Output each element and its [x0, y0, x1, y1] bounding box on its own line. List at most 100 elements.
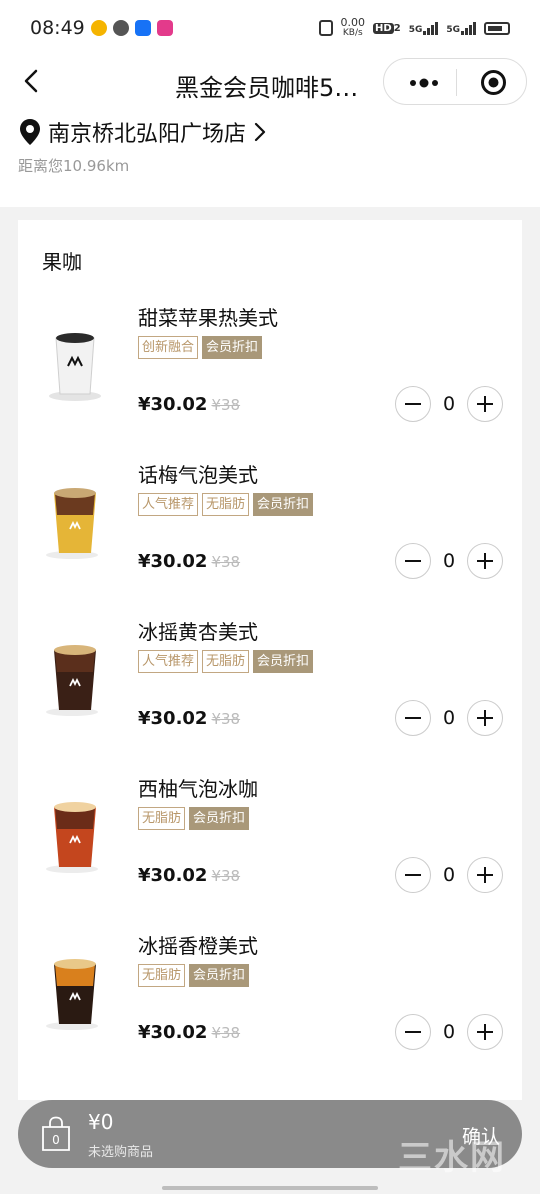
product-name: 冰摇香橙美式: [138, 934, 258, 958]
status-bar: 08:49 0.00 KB/s HD 2 5G 5G: [0, 0, 540, 58]
product-original-price: ¥38: [211, 1024, 241, 1042]
product-tag: 无脂肪: [202, 493, 250, 516]
product-image[interactable]: [42, 795, 108, 875]
product-item: 西柚气泡冰咖 无脂肪 会员折扣 ¥30.02 ¥38 0: [18, 773, 522, 930]
quantity-value: 0: [442, 707, 456, 729]
signal-5g-2: 5G: [446, 21, 476, 35]
quantity-value: 0: [442, 550, 456, 572]
product-image[interactable]: [42, 952, 108, 1032]
back-arrow-icon[interactable]: [18, 67, 46, 95]
product-price: ¥30.02: [138, 1022, 208, 1043]
product-price: ¥30.02: [138, 394, 208, 415]
product-item: 冰摇香橙美式 无脂肪 会员折扣 ¥30.02 ¥38 0: [18, 930, 522, 1087]
product-price: ¥30.02: [138, 708, 208, 729]
increase-quantity-button[interactable]: [467, 386, 503, 422]
product-image[interactable]: [42, 481, 108, 561]
product-name: 话梅气泡美式: [138, 463, 258, 487]
increase-quantity-button[interactable]: [467, 543, 503, 579]
product-tags: 无脂肪 会员折扣: [138, 807, 250, 830]
increase-quantity-button[interactable]: [467, 1014, 503, 1050]
product-original-price: ¥38: [211, 553, 241, 571]
network-speed: 0.00: [340, 16, 366, 29]
decrease-quantity-button[interactable]: [395, 1014, 431, 1050]
mini-program-capsule: [383, 58, 527, 105]
quantity-stepper: 0: [395, 386, 503, 422]
product-item: 冰摇黄杏美式 人气推荐 无脂肪 会员折扣 ¥30.02 ¥38 0: [18, 616, 522, 773]
product-tag: 会员折扣: [253, 650, 314, 673]
page-title: 黑金会员咖啡5…: [175, 74, 359, 102]
home-indicator: [162, 1186, 378, 1190]
cart-amount: ¥0: [88, 1110, 114, 1134]
product-original-price: ¥38: [211, 396, 241, 414]
store-name: 南京桥北弘阳广场店: [48, 122, 247, 147]
product-tag: 会员折扣: [189, 964, 250, 987]
product-original-price: ¥38: [211, 710, 241, 728]
product-tag: 创新融合: [138, 336, 199, 359]
status-time: 08:49: [30, 17, 85, 39]
product-tag: 会员折扣: [253, 493, 314, 516]
product-tag: 无脂肪: [138, 807, 186, 830]
shopping-bag-icon[interactable]: 0: [40, 1116, 72, 1152]
vibrate-icon: [318, 20, 333, 36]
product-tags: 无脂肪 会员折扣: [138, 964, 250, 987]
product-tag: 会员折扣: [202, 336, 263, 359]
product-price: ¥30.02: [138, 551, 208, 572]
nav-bar: 黑金会员咖啡5…: [0, 58, 540, 108]
hd-icon: HD 2: [373, 22, 401, 34]
product-item: 话梅气泡美式 人气推荐 无脂肪 会员折扣 ¥30.02 ¥38 0: [18, 459, 522, 616]
battery-icon: [484, 21, 510, 35]
capsule-divider: [456, 69, 457, 96]
decrease-quantity-button[interactable]: [395, 700, 431, 736]
quantity-stepper: 0: [395, 700, 503, 736]
product-list-card: 果咖 甜菜苹果热美式 创新融合 会员折扣 ¥30.02 ¥38 0 话梅气泡美式 人气推荐 无脂…: [18, 220, 522, 1100]
cart-count: 0: [52, 1133, 60, 1147]
message-icon: [113, 20, 129, 36]
product-price-row: ¥30.02 ¥38: [138, 394, 240, 415]
watermark: 三水网: [398, 1138, 506, 1178]
status-right: 0.00 KB/s HD 2 5G 5G: [318, 16, 510, 38]
close-target-icon[interactable]: [479, 68, 508, 97]
signal-5g-1: 5G: [409, 21, 439, 35]
quantity-value: 0: [442, 864, 456, 886]
category-title: 果咖: [42, 250, 82, 274]
quantity-value: 0: [442, 393, 456, 415]
store-selector[interactable]: 南京桥北弘阳广场店: [18, 116, 274, 148]
header-area: 08:49 0.00 KB/s HD 2 5G 5G 黑金会员咖啡5… 南京桥北…: [0, 0, 540, 207]
cart-hint: 未选购商品: [88, 1145, 154, 1160]
more-options-icon[interactable]: [404, 73, 444, 93]
quantity-stepper: 0: [395, 543, 503, 579]
product-tags: 人气推荐 无脂肪 会员折扣: [138, 493, 314, 516]
weibo-icon: [91, 20, 107, 36]
store-distance: 距离您10.96km: [18, 157, 130, 175]
product-name: 甜菜苹果热美式: [138, 306, 278, 330]
location-pin-icon: [20, 119, 40, 145]
quantity-value: 0: [442, 1021, 456, 1043]
increase-quantity-button[interactable]: [467, 857, 503, 893]
decrease-quantity-button[interactable]: [395, 386, 431, 422]
quantity-stepper: 0: [395, 1014, 503, 1050]
increase-quantity-button[interactable]: [467, 700, 503, 736]
product-tag: 无脂肪: [202, 650, 250, 673]
product-tags: 创新融合 会员折扣: [138, 336, 263, 359]
product-image[interactable]: [42, 638, 108, 718]
product-price-row: ¥30.02 ¥38: [138, 1022, 240, 1043]
decrease-quantity-button[interactable]: [395, 857, 431, 893]
decrease-quantity-button[interactable]: [395, 543, 431, 579]
product-price-row: ¥30.02 ¥38: [138, 865, 240, 886]
app-icon: [157, 20, 173, 36]
product-name: 西柚气泡冰咖: [138, 777, 258, 801]
product-tag: 会员折扣: [189, 807, 250, 830]
network-speed-unit: KB/s: [342, 28, 363, 38]
product-tag: 人气推荐: [138, 493, 199, 516]
product-price: ¥30.02: [138, 865, 208, 886]
chevron-right-icon: [254, 122, 266, 142]
notification-icons: [91, 20, 173, 36]
product-tag: 人气推荐: [138, 650, 199, 673]
product-price-row: ¥30.02 ¥38: [138, 708, 240, 729]
product-tags: 人气推荐 无脂肪 会员折扣: [138, 650, 314, 673]
zhihu-icon: [135, 20, 151, 36]
product-item: 甜菜苹果热美式 创新融合 会员折扣 ¥30.02 ¥38 0: [18, 302, 522, 459]
quantity-stepper: 0: [395, 857, 503, 893]
product-image[interactable]: [42, 324, 108, 404]
product-name: 冰摇黄杏美式: [138, 620, 258, 644]
